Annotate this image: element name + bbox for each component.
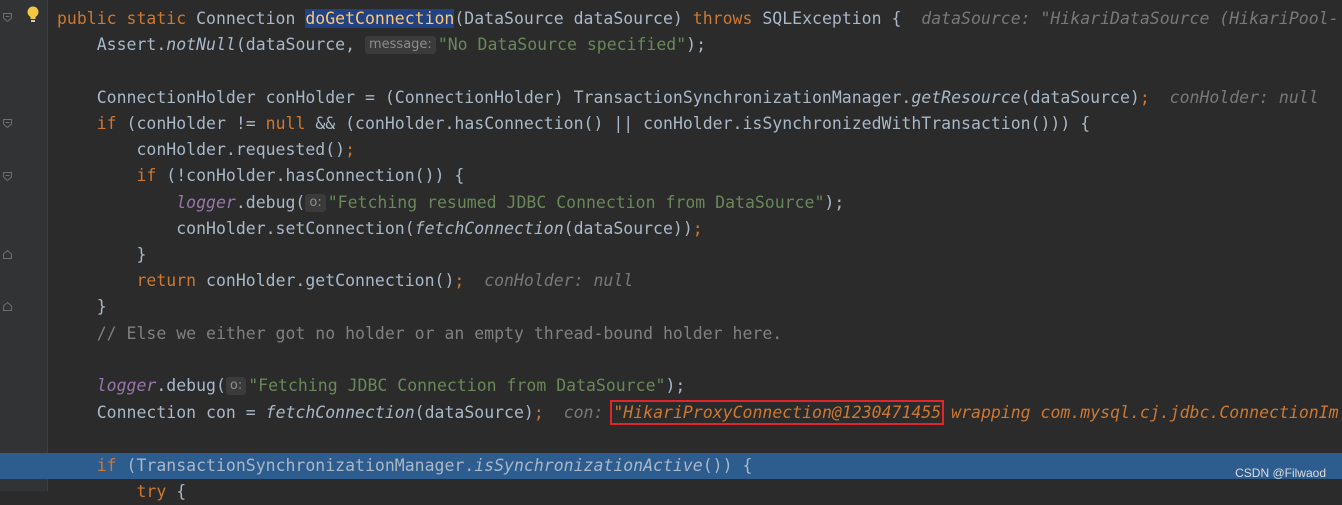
fold-end-marker-icon[interactable] [3, 302, 12, 311]
fold-marker-icon[interactable] [3, 172, 12, 181]
code-text: Connection con = [96, 403, 266, 422]
code-line[interactable]: if (conHolder != null && (conHolder.hasC… [57, 111, 1342, 137]
code-line[interactable]: conHolder.requested(); [57, 137, 1342, 163]
exception-name: SQLException { [762, 9, 902, 28]
field-reference: logger [176, 193, 236, 212]
code-text: Assert. [96, 35, 167, 54]
method-call: notNull [166, 35, 236, 54]
code-text: && (conHolder.hasConnection() || conHold… [305, 114, 1091, 133]
semicolon: ; [692, 219, 703, 238]
code-line[interactable]: if (!conHolder.hasConnection()) { [57, 163, 1342, 189]
keyword: null [265, 114, 306, 133]
code-text: (dataSource)) [563, 219, 693, 238]
code-line[interactable]: } [57, 294, 1342, 320]
code-text: { [166, 482, 187, 501]
keyword: public static [57, 9, 187, 28]
keyword: if [96, 456, 117, 475]
field-reference: logger [96, 376, 157, 395]
params: (DataSource dataSource) [454, 9, 683, 28]
code-line[interactable]: logger.debug(o: "Fetching resumed JDBC Co… [57, 190, 1342, 216]
code-text: ConnectionHolder conHolder = (Connection… [96, 88, 912, 107]
semicolon: ; [345, 140, 356, 159]
keyword: if [96, 114, 117, 133]
string-literal: "Fetching JDBC Connection from DataSourc… [248, 376, 666, 395]
keyword: if [136, 166, 157, 185]
code-text: conHolder.setConnection( [176, 219, 415, 238]
debug-inline-value: conHolder: null [484, 271, 634, 290]
code-text: conHolder.getConnection() [196, 271, 455, 290]
keyword: try [136, 482, 167, 501]
parameter-hint: o: [305, 194, 326, 212]
code-text: (dataSource) [1020, 88, 1140, 107]
code-text: (conHolder != [116, 114, 266, 133]
code-text: .debug( [235, 193, 306, 212]
type-name: Connection [196, 9, 296, 28]
code-line[interactable]: public static Connection doGetConnection… [57, 6, 1342, 32]
string-literal: "No DataSource specified" [437, 35, 687, 54]
method-call: fetchConnection [265, 403, 415, 422]
code-text: } [96, 297, 107, 316]
keyword: throws [692, 9, 753, 28]
fold-end-marker-icon[interactable] [3, 250, 12, 259]
code-line[interactable]: Assert.notNull(dataSource, message: "No D… [57, 32, 1342, 58]
code-text: (dataSource, [235, 35, 356, 54]
code-line[interactable]: conHolder.setConnection(fetchConnection(… [57, 216, 1342, 242]
code-text: (!conHolder.hasConnection()) { [156, 166, 465, 185]
string-literal: "Fetching resumed JDBC Connection from D… [327, 193, 825, 212]
code-text: ); [824, 193, 845, 212]
semicolon: ; [1139, 88, 1150, 107]
debug-value-highlighted[interactable]: "HikariProxyConnection@1230471455 [610, 400, 945, 425]
code-text: ()) { [702, 456, 753, 475]
code-text: (dataSource) [414, 403, 534, 422]
semicolon: ; [533, 403, 544, 422]
code-text: ); [665, 376, 686, 395]
fold-marker-icon[interactable] [3, 13, 12, 22]
code-text: conHolder.requested() [136, 140, 346, 159]
method-call: getResource [911, 88, 1021, 107]
fold-marker-icon[interactable] [3, 119, 12, 128]
code-text: .debug( [156, 376, 226, 395]
debug-inline-value: dataSource: "HikariDataSource (HikariPoo… [921, 9, 1339, 28]
code-line[interactable]: // Else we either got no holder or an em… [57, 321, 1342, 347]
method-call: fetchConnection [414, 219, 564, 238]
code-line[interactable]: Connection con = fetchConnection(dataSou… [57, 400, 1342, 426]
keyword: return [136, 271, 197, 290]
code-text: ); [686, 35, 707, 54]
watermark: CSDN @Filwaod [1235, 466, 1326, 480]
code-editor[interactable]: public static Connection doGetConnection… [0, 0, 1342, 501]
code-text: (TransactionSynchronizationManager. [116, 456, 475, 475]
code-line[interactable]: logger.debug(o: "Fetching JDBC Connection… [57, 373, 1342, 399]
code-comment: // Else we either got no holder or an em… [96, 324, 783, 343]
method-name: doGetConnection [305, 9, 455, 28]
code-line[interactable]: } [57, 242, 1342, 268]
code-line[interactable]: return conHolder.getConnection(); conHol… [57, 268, 1342, 294]
parameter-hint: o: [225, 377, 247, 395]
debug-inline-value: conHolder: null [1169, 88, 1319, 107]
lightbulb-icon[interactable] [26, 5, 40, 25]
semicolon: ; [454, 271, 465, 290]
debug-inline-label: con: [563, 403, 604, 422]
code-line[interactable]: ConnectionHolder conHolder = (Connection… [57, 85, 1342, 111]
parameter-hint: message: [365, 36, 436, 54]
code-line[interactable]: try { [57, 479, 1342, 505]
debug-inline-value: wrapping com.mysql.cj.jdbc.ConnectionIm [951, 403, 1339, 422]
method-call: isSynchronizationActive [474, 456, 703, 475]
editor-gutter[interactable] [0, 0, 48, 491]
current-execution-line[interactable]: if (TransactionSynchronizationManager.is… [0, 453, 1342, 479]
code-text: } [136, 245, 147, 264]
